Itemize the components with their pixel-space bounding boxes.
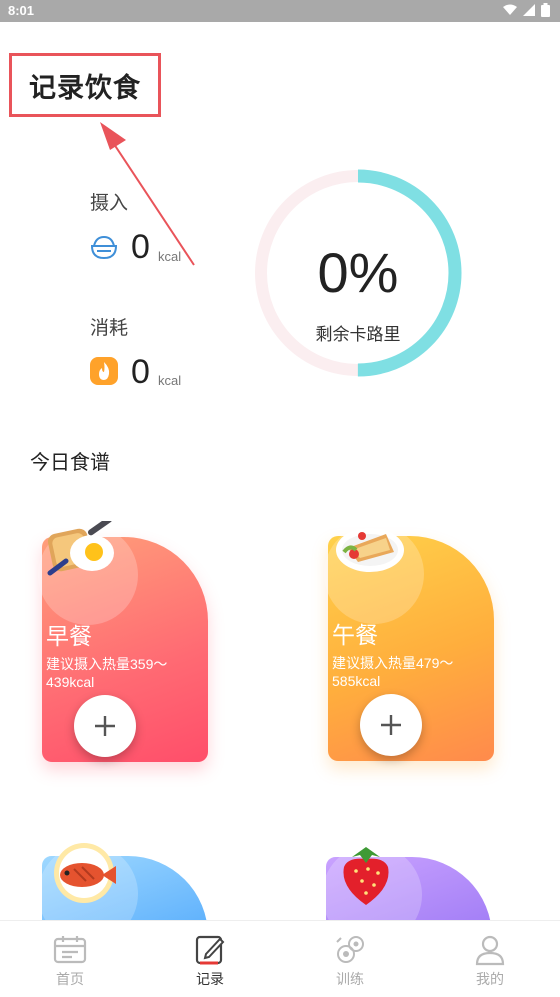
intake-unit: kcal [158,249,182,264]
nav-item-profile[interactable]: 我的 [420,921,560,997]
add-breakfast-button[interactable] [74,695,136,757]
meal-hint: 建议摄入热量479～585kcal [332,655,454,689]
fried-egg-toast-icon [47,521,114,576]
ring-caption: 剩余卡路里 [315,325,401,345]
burned-value: 0 [131,353,150,391]
intake-label: 摄入 [90,192,129,214]
bottom-nav: 首页 记录 训练 我的 [0,920,560,997]
nav-label: 训练 [336,972,364,988]
meal-name: 午餐 [332,623,378,649]
flame-icon [90,357,118,385]
meal-hint: 建议摄入热量359～439kcal [46,656,168,690]
sandwich-plate-icon [336,528,404,572]
plus-icon [95,716,115,736]
strawberry-icon [343,847,389,905]
edit-notebook-icon [195,935,225,965]
dumbbell-icon [336,936,364,963]
nav-label: 记录 [196,972,224,988]
nav-item-training[interactable]: 训练 [280,921,420,997]
intake-value: 0 [131,228,150,266]
nav-label: 首页 [56,972,84,988]
user-icon [475,935,505,966]
fish-plate-icon [54,843,116,903]
plus-icon [381,715,401,735]
meal-card-breakfast[interactable]: 早餐 建议摄入热量359～439kcal [38,521,208,762]
nav-item-record[interactable]: 记录 [140,921,280,997]
calendar-icon [53,936,87,964]
nav-item-home[interactable]: 首页 [0,921,140,997]
ring-percent: 0% [317,241,399,304]
rice-bowl-icon [90,235,118,260]
burned-label: 消耗 [90,317,129,339]
recipes-title: 今日食谱 [30,450,110,474]
meal-card-lunch[interactable]: 午餐 建议摄入热量479～585kcal [324,524,494,761]
add-lunch-button[interactable] [360,694,422,756]
meal-name: 早餐 [46,624,92,650]
burned-unit: kcal [158,373,182,388]
nav-label: 我的 [476,972,504,988]
